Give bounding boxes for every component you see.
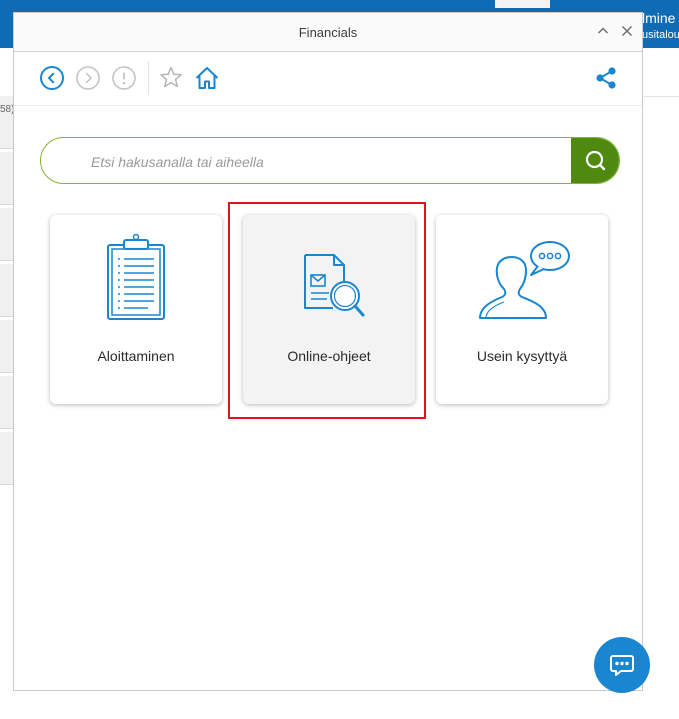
app-divider <box>644 96 679 97</box>
exclamation-circle-icon <box>112 66 136 90</box>
document-search-icon <box>304 254 365 317</box>
app-left-cut-text: 58) <box>0 104 13 115</box>
home-button[interactable] <box>194 65 220 91</box>
share-icon <box>596 67 616 89</box>
card-online-ohjeet[interactable]: Online-ohjeet <box>243 215 415 404</box>
help-panel-header: Financials <box>14 13 642 52</box>
minimize-button[interactable] <box>594 22 612 40</box>
forward-button[interactable] <box>75 65 101 91</box>
help-panel: Financials Etsi hakusanalla tai aiheella… <box>13 12 643 691</box>
search-button[interactable] <box>571 138 619 183</box>
app-left-cell[interactable] <box>0 376 13 429</box>
close-icon <box>621 25 633 37</box>
chevron-up-icon <box>597 27 609 34</box>
close-button[interactable] <box>618 22 636 40</box>
star-icon <box>160 66 182 88</box>
card-label: Aloittaminen <box>97 348 175 364</box>
app-topbar-user[interactable]: lmine usitalou <box>642 10 679 43</box>
app-left-column <box>0 96 13 496</box>
share-button[interactable] <box>593 65 619 91</box>
search-input[interactable] <box>89 138 553 183</box>
chat-button[interactable] <box>594 637 650 693</box>
back-circle-icon <box>40 66 64 90</box>
card-label: Online-ohjeet <box>287 348 371 364</box>
panel-title: Financials <box>298 25 358 40</box>
home-icon <box>195 67 219 89</box>
search-bar <box>40 137 620 184</box>
card-aloittaminen[interactable]: Aloittaminen <box>50 215 222 404</box>
app-left-cell[interactable] <box>0 264 13 317</box>
app-left-cell[interactable] <box>0 208 13 261</box>
alert-button[interactable] <box>111 65 137 91</box>
app-left-cell[interactable] <box>0 152 13 205</box>
forward-circle-icon <box>76 66 100 90</box>
search-icon <box>585 150 606 171</box>
app-left-cell[interactable] <box>0 320 13 373</box>
favorite-button[interactable] <box>158 65 184 91</box>
app-left-cell[interactable] <box>0 432 13 485</box>
toolbar-separator <box>148 61 149 95</box>
card-usein-kysyttya[interactable]: Usein kysyttyä <box>436 215 608 404</box>
help-toolbar <box>14 51 642 106</box>
chat-bubble-icon <box>610 655 634 676</box>
app-tab-fragment[interactable] <box>495 0 550 8</box>
clipboard-icon <box>107 233 165 320</box>
app-topbar-user-name: lmine <box>642 10 676 26</box>
person-speech-bubble-icon <box>479 241 570 319</box>
card-label: Usein kysyttyä <box>476 348 568 364</box>
back-button[interactable] <box>39 65 65 91</box>
app-topbar-user-company: usitalou <box>642 29 679 41</box>
